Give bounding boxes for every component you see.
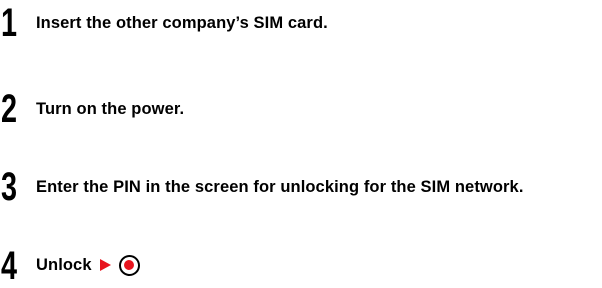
step-4: 4 Unlock xyxy=(0,245,602,286)
step-text: Unlock xyxy=(36,256,92,274)
step-text: Insert the other company’s SIM card. xyxy=(36,14,328,32)
step-1: 1 Insert the other company’s SIM card. xyxy=(0,0,602,60)
step-number: 3 xyxy=(1,165,17,209)
arrow-right-icon xyxy=(99,259,111,271)
step-instruction: Unlock xyxy=(36,252,592,278)
step-text: Turn on the power. xyxy=(36,100,185,118)
step-number: 2 xyxy=(1,87,17,131)
step-text: Enter the PIN in the screen for unlockin… xyxy=(36,178,524,196)
step-number: 1 xyxy=(1,1,17,45)
step-3: 3 Enter the PIN in the screen for unlock… xyxy=(0,165,602,225)
center-key-icon xyxy=(118,254,140,276)
center-key-dot xyxy=(124,260,135,270)
step-2: 2 Turn on the power. xyxy=(0,87,602,147)
step-number: 4 xyxy=(1,244,17,288)
